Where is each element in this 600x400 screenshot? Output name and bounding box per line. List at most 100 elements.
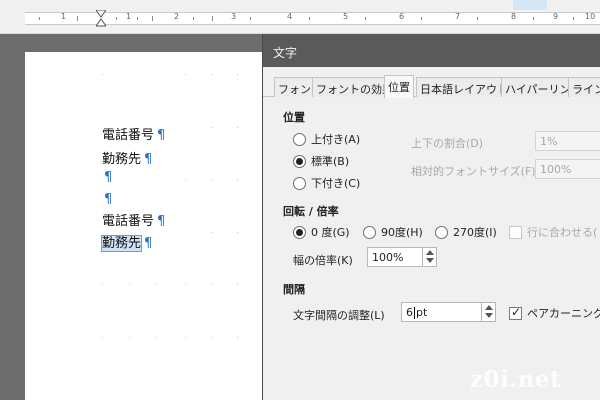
ruler-number: 7 [455,12,461,21]
spin-down-icon[interactable] [426,258,434,263]
ruler-tick [250,17,251,20]
radio-label: 90度(H) [381,226,423,239]
empty-paragraph[interactable]: ¶ [104,170,112,185]
radio-button[interactable] [435,225,448,239]
selected-text[interactable]: 勤務先 [100,235,143,252]
tab-position[interactable]: 位置 [384,75,414,98]
checkbox[interactable] [509,225,522,239]
ruler-number: 6 [399,12,405,21]
ruler-tick [309,17,310,20]
raise-lower-ratio-label: 上下の割合(D) [411,137,484,150]
spin-buttons[interactable] [422,247,436,267]
document-text: 勤務先 [102,152,142,167]
radio-button[interactable] [293,154,306,168]
grid-dot [156,284,157,285]
ruler-tick [77,16,78,21]
document-line[interactable]: 電話番号 ¶ [102,124,165,143]
ruler-tick [212,16,213,21]
indent-marker-icon[interactable] [96,10,106,28]
grid-dot [211,74,212,75]
horizontal-ruler[interactable]: 1 1 2 3 4 5 6 7 8 9 10 [0,0,600,34]
dialog-titlebar[interactable]: 文字 [263,34,600,67]
pilcrow-mark: ¶ [157,128,166,143]
grid-dot [185,180,186,181]
radio-button[interactable] [293,176,306,190]
superscript-radio[interactable]: 上付き(A) [293,131,360,147]
rotate-270-radio[interactable]: 270度(I) [435,224,497,240]
scale-width-value: 100% [372,251,404,264]
document-text: 電話番号 [102,128,155,143]
grid-dot [156,337,157,338]
ruler-number: 9 [553,12,559,21]
grid-dot [185,337,186,338]
ruler-number: 2 [174,12,180,21]
ruler-number: 8 [511,12,517,21]
tab-bar: フォント フォントの効果 位置 日本語レイアウト ハイパーリンク ライン [263,75,600,98]
ruler-number: 1 [126,12,132,21]
grid-dot [237,284,238,285]
checkbox-label: ペアカーニング(M [527,307,600,320]
grid-dot [102,74,103,75]
subscript-radio[interactable]: 下付き(C) [293,175,360,191]
ruler-number: 10 [585,12,596,21]
grid-dot [237,180,238,181]
scale-width-field[interactable]: 100% [367,247,437,267]
ruler-tick [193,17,194,20]
fit-to-line-checkbox[interactable]: 行に合わせる( [509,224,597,240]
document-line[interactable]: 勤務先 ¶ [102,148,152,167]
grid-dot [237,337,238,338]
radio-label: 0 度(G) [311,226,350,239]
tab-asian-layout[interactable]: 日本語レイアウト [416,77,512,97]
spin-up-icon[interactable] [485,305,493,310]
ruler-number: 3 [231,12,237,21]
rotate-90-radio[interactable]: 90度(H) [363,224,423,240]
grid-dot [129,284,130,285]
ruler-number: 5 [343,12,349,21]
rotation-section-title: 回転 / 倍率 [283,205,339,218]
grid-dot [211,337,212,338]
position-section-title: 位置 [283,111,305,124]
grid-dot [211,180,212,181]
tab-line[interactable]: ライン [568,77,600,97]
radio-label: 270度(I) [453,226,497,239]
grid-dot [237,127,238,128]
ruler-number: 1 [61,12,67,21]
document-line[interactable]: 電話番号 ¶ [102,210,165,229]
pilcrow-mark: ¶ [144,236,153,251]
grid-dot [102,284,103,285]
grid-dot [211,232,212,233]
grid-dot [129,337,130,338]
rotate-0-radio[interactable]: 0 度(G) [293,224,350,240]
char-spacing-unit: pt [416,306,428,319]
raise-lower-ratio-field[interactable]: 1% [535,131,600,151]
relative-font-size-field[interactable]: 100% [535,159,600,179]
grid-dot [185,284,186,285]
spin-buttons[interactable] [481,302,495,322]
radio-button[interactable] [363,225,376,239]
ruler-number: 4 [287,12,293,21]
checkbox[interactable] [509,305,522,320]
ruler-tick [39,17,40,20]
radio-label: 下付き(C) [311,177,361,190]
grid-dot [102,337,103,338]
empty-paragraph[interactable]: ¶ [104,192,112,207]
normal-radio[interactable]: 標準(B) [293,153,349,169]
ruler-tick [533,17,534,20]
pair-kerning-checkbox[interactable]: ペアカーニング(M [509,305,600,321]
spin-up-icon[interactable] [426,250,434,255]
char-spacing-field[interactable]: 6 pt [401,302,496,322]
radio-button[interactable] [293,225,306,239]
char-spacing-value: 6 [406,306,413,319]
spacing-section-title: 間隔 [283,283,305,296]
character-dialog: 文字 フォント フォントの効果 位置 日本語レイアウト ハイパーリンク ライン … [262,34,600,400]
grid-dot [185,74,186,75]
document-line[interactable]: 勤務先 ¶ [100,232,153,252]
radio-button[interactable] [293,132,306,146]
spin-down-icon[interactable] [485,313,493,318]
relative-font-size-label: 相対的フォントサイズ(F) [411,165,536,178]
grid-dot [237,232,238,233]
pilcrow-mark: ¶ [104,192,113,207]
pilcrow-mark: ¶ [104,170,113,185]
ruler-bar[interactable]: 1 1 2 3 4 5 6 7 8 9 10 [25,12,600,25]
document-page[interactable]: 電話番号 ¶ 勤務先 ¶ ¶ ¶ 電話番号 ¶ 勤務先 ¶ [25,52,280,400]
